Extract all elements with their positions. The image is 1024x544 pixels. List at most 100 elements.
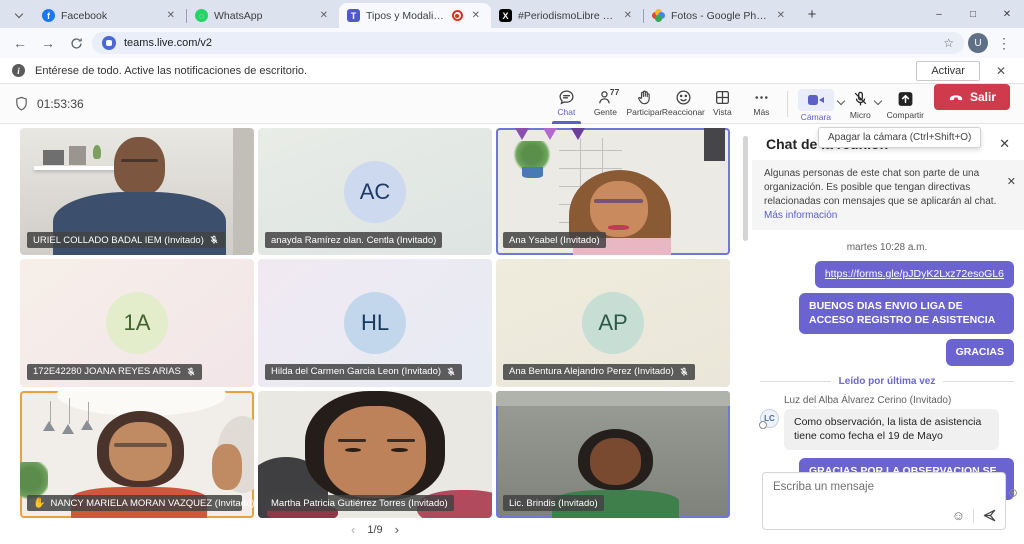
close-tab-icon[interactable]: ✕ xyxy=(621,9,635,22)
info-icon: i xyxy=(12,64,25,77)
url-text[interactable]: teams.live.com/v2 xyxy=(124,37,935,49)
chat-button[interactable]: Chat xyxy=(547,84,586,124)
facebook-icon: f xyxy=(42,9,55,22)
camera-button[interactable]: Cámara xyxy=(798,84,834,122)
grid-view-icon xyxy=(714,89,731,106)
video-tile-uriel[interactable]: URIEL COLLADO BADAL IEM (Invitado) xyxy=(20,128,254,255)
participant-name-tag: Lic. Brindis (Invitado) xyxy=(503,495,604,511)
people-button[interactable]: 77 Gente xyxy=(586,84,625,124)
participant-name-tag: anayda Ramírez olan. Centla (Invitado) xyxy=(265,232,442,248)
notification-bar: i Entérese de todo. Active las notificac… xyxy=(0,58,1024,84)
more-label: Más xyxy=(753,107,769,117)
teams-favicon-icon xyxy=(102,36,116,50)
picture-frame-prop xyxy=(69,146,85,165)
message-composer[interactable]: ☺ xyxy=(762,472,1006,530)
tab-twitter[interactable]: X #PeriodismoLibre (@UrielColla ✕ xyxy=(491,3,643,28)
bookmark-star-icon[interactable]: ☆ xyxy=(943,36,954,50)
meeting-toolbar: 01:53:36 Chat 77 Gente Participar Reacci… xyxy=(0,84,1024,124)
person-lips xyxy=(608,225,629,230)
close-banner-icon[interactable]: ✕ xyxy=(1007,167,1016,223)
mic-muted-icon xyxy=(186,367,196,377)
close-chat-icon[interactable]: ✕ xyxy=(999,136,1010,152)
participant-name: Hilda del Carmen Garcia Leon (Invitado) xyxy=(271,366,441,377)
video-area-scrollbar[interactable] xyxy=(743,136,748,241)
mic-chevron-icon[interactable] xyxy=(873,96,881,104)
participant-name-tag: Martha Patricia Gutiérrez Torres (Invita… xyxy=(265,495,454,511)
tab-search-button[interactable] xyxy=(6,3,32,25)
video-tile-ana-bentura[interactable]: AP Ana Bentura Alejandro Perez (Invitado… xyxy=(496,259,730,386)
chat-message-list[interactable]: martes 10:28 a.m. https://forms.gle/pJDy… xyxy=(752,230,1024,500)
close-tab-icon[interactable]: ✕ xyxy=(774,9,788,22)
maximize-button[interactable]: □ xyxy=(956,0,990,28)
view-button[interactable]: Vista xyxy=(703,84,742,124)
omnibox[interactable]: teams.live.com/v2 ☆ xyxy=(92,32,964,54)
initials-avatar: AP xyxy=(582,292,644,354)
lamp-prop xyxy=(62,424,74,434)
tab-whatsapp[interactable]: ◌ WhatsApp ✕ xyxy=(187,3,339,28)
toolbar-divider xyxy=(787,91,788,117)
more-button[interactable]: Más xyxy=(742,84,781,124)
mic-muted-icon xyxy=(679,367,689,377)
send-icon[interactable] xyxy=(982,508,997,523)
chevron-down-icon xyxy=(15,10,23,18)
raise-hand-icon xyxy=(636,89,653,106)
close-tab-icon[interactable]: ✕ xyxy=(317,9,331,22)
person-arm xyxy=(212,444,242,490)
video-tile-hilda[interactable]: HL Hilda del Carmen Garcia Leon (Invitad… xyxy=(258,259,492,386)
video-tile-martha[interactable]: Martha Patricia Gutiérrez Torres (Invita… xyxy=(258,391,492,518)
person-head xyxy=(590,438,641,485)
chat-message-sent[interactable]: https://forms.gle/pJDyK2Lxz72esoGL6 xyxy=(815,261,1014,288)
forward-button[interactable]: → xyxy=(36,31,60,55)
close-notification-icon[interactable]: ✕ xyxy=(990,64,1012,78)
video-tile-anayda[interactable]: AC anayda Ramírez olan. Centla (Invitado… xyxy=(258,128,492,255)
recording-indicator-icon xyxy=(452,10,463,21)
refresh-button[interactable] xyxy=(64,31,88,55)
back-button[interactable]: ← xyxy=(8,31,32,55)
activate-notifications-button[interactable]: Activar xyxy=(916,61,980,81)
mic-muted-icon xyxy=(446,367,456,377)
video-tile-joana[interactable]: 1A 172E42280 JOANA REYES ARIAS xyxy=(20,259,254,386)
mic-label: Micro xyxy=(850,110,871,120)
more-info-link[interactable]: Más información xyxy=(764,210,837,221)
next-page-icon[interactable]: › xyxy=(395,522,399,537)
wall-prop xyxy=(233,128,254,255)
participant-name: anayda Ramírez olan. Centla (Invitado) xyxy=(271,235,436,246)
participant-name: Lic. Brindis (Invitado) xyxy=(509,498,598,509)
ceiling-prop xyxy=(496,391,730,406)
person-glasses xyxy=(114,443,168,447)
message-link[interactable]: https://forms.gle/pJDyK2Lxz72esoGL6 xyxy=(825,268,1004,280)
minimize-button[interactable]: – xyxy=(922,0,956,28)
video-tile-nancy[interactable]: ✋ NANCY MARIELA MORAN VAZQUEZ (Invitado) xyxy=(20,391,254,518)
emoji-picker-icon[interactable]: ☺ xyxy=(952,508,965,523)
share-button[interactable]: Compartir xyxy=(887,84,924,120)
browser-profile-avatar[interactable]: U xyxy=(968,33,988,53)
message-input[interactable] xyxy=(773,481,995,493)
leave-button[interactable]: Salir xyxy=(934,84,1010,110)
picture-frame-prop xyxy=(704,128,725,161)
close-tab-icon[interactable]: ✕ xyxy=(164,9,178,22)
camera-tooltip: Apagar la cámara (Ctrl+Shift+O) xyxy=(818,127,981,148)
tab-google-photos[interactable]: Fotos - Google Photos ✕ xyxy=(644,3,796,28)
tab-teams-active[interactable]: T Tipos y Modalidades de Vio ✕ xyxy=(339,3,491,28)
chat-message-sent: BUENOS DIAS ENVIO LIGA DE ACCESO REGISTR… xyxy=(799,293,1014,334)
react-button[interactable]: Reaccionar xyxy=(664,84,703,124)
prev-page-icon[interactable]: ‹ xyxy=(351,522,355,537)
close-window-button[interactable]: ✕ xyxy=(990,0,1024,28)
lamp-cord-prop xyxy=(50,401,51,423)
person-head xyxy=(114,137,165,196)
initials-avatar: 1A xyxy=(106,292,168,354)
tab-facebook[interactable]: f Facebook ✕ xyxy=(34,3,186,28)
camera-chevron-icon[interactable] xyxy=(837,96,845,104)
tab-title: Fotos - Google Photos xyxy=(671,10,768,22)
participant-name-tag: Hilda del Carmen Garcia Leon (Invitado) xyxy=(265,364,462,380)
participant-name: Ana Bentura Alejandro Perez (Invitado) xyxy=(509,366,674,377)
video-tile-ana-ysabel[interactable]: Ana Ysabel (Invitado) xyxy=(496,128,730,255)
person-eye xyxy=(345,448,361,452)
tab-title: Tipos y Modalidades de Vio xyxy=(366,10,446,22)
new-tab-button[interactable]: + xyxy=(800,2,824,26)
video-tile-brindis[interactable]: Lic. Brindis (Invitado) xyxy=(496,391,730,518)
participate-button[interactable]: Participar xyxy=(625,84,664,124)
browser-menu-button[interactable]: ⋮ xyxy=(992,31,1016,55)
mic-button[interactable]: Micro xyxy=(850,84,871,120)
close-tab-icon[interactable]: ✕ xyxy=(469,9,483,22)
